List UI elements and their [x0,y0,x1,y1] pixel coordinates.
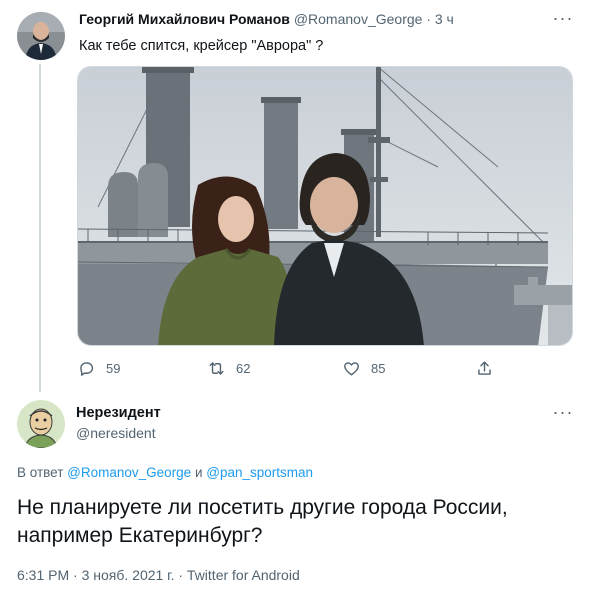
reply-more-options-button[interactable]: ··· [548,403,578,424]
author-name[interactable]: Георгий Михайлович Романов [79,11,290,27]
replying-to-user-link[interactable]: @pan_sportsman [206,465,313,480]
like-count: 85 [371,360,386,376]
author-avatar[interactable] [17,12,65,60]
tweet-original: Георгий Михайлович Романов @Romanov_Geor… [0,0,590,392]
reply-author-avatar[interactable] [17,400,65,448]
share-action[interactable] [475,356,504,380]
share-icon [478,360,491,375]
more-options-button[interactable]: ··· [548,9,578,30]
reply-icon [80,361,94,376]
replying-to-line: В ответ @Romanov_George и @pan_sportsman [17,465,313,480]
tweet-actions-bar: 59 62 85 [77,356,573,380]
reply-tweet-text: Не планируете ли посетить другие города … [17,496,508,547]
reply-author-handle[interactable]: @neresident [76,425,156,441]
reply-action[interactable]: 59 [77,356,120,380]
like-icon [344,361,359,376]
reply-count: 59 [106,360,121,376]
tweet-photo[interactable] [77,66,573,346]
tweet-reply: Нерезидент @neresident ··· В ответ @Roma… [0,390,590,600]
like-action[interactable]: 85 [342,356,385,380]
tweet-text: Как тебе спится, крейсер "Аврора" ? [79,38,324,54]
reply-author-name[interactable]: Нерезидент [76,405,161,421]
replying-to-prefix: В ответ [17,465,68,480]
replying-to-conjunction: и [191,465,207,480]
retweet-icon [209,361,224,375]
retweet-count: 62 [236,360,251,376]
author-handle-time[interactable]: @Romanov_George · 3 ч [294,11,454,27]
retweet-action[interactable]: 62 [207,356,250,380]
tweet-timestamp-source[interactable]: 6:31 PM · 3 нояб. 2021 г. · Twitter for … [17,567,300,583]
replying-to-user-link[interactable]: @Romanov_George [67,465,191,480]
tweet-header: Георгий Михайлович Романов @Romanov_Geor… [79,11,454,27]
thread-connector-line [39,64,41,392]
